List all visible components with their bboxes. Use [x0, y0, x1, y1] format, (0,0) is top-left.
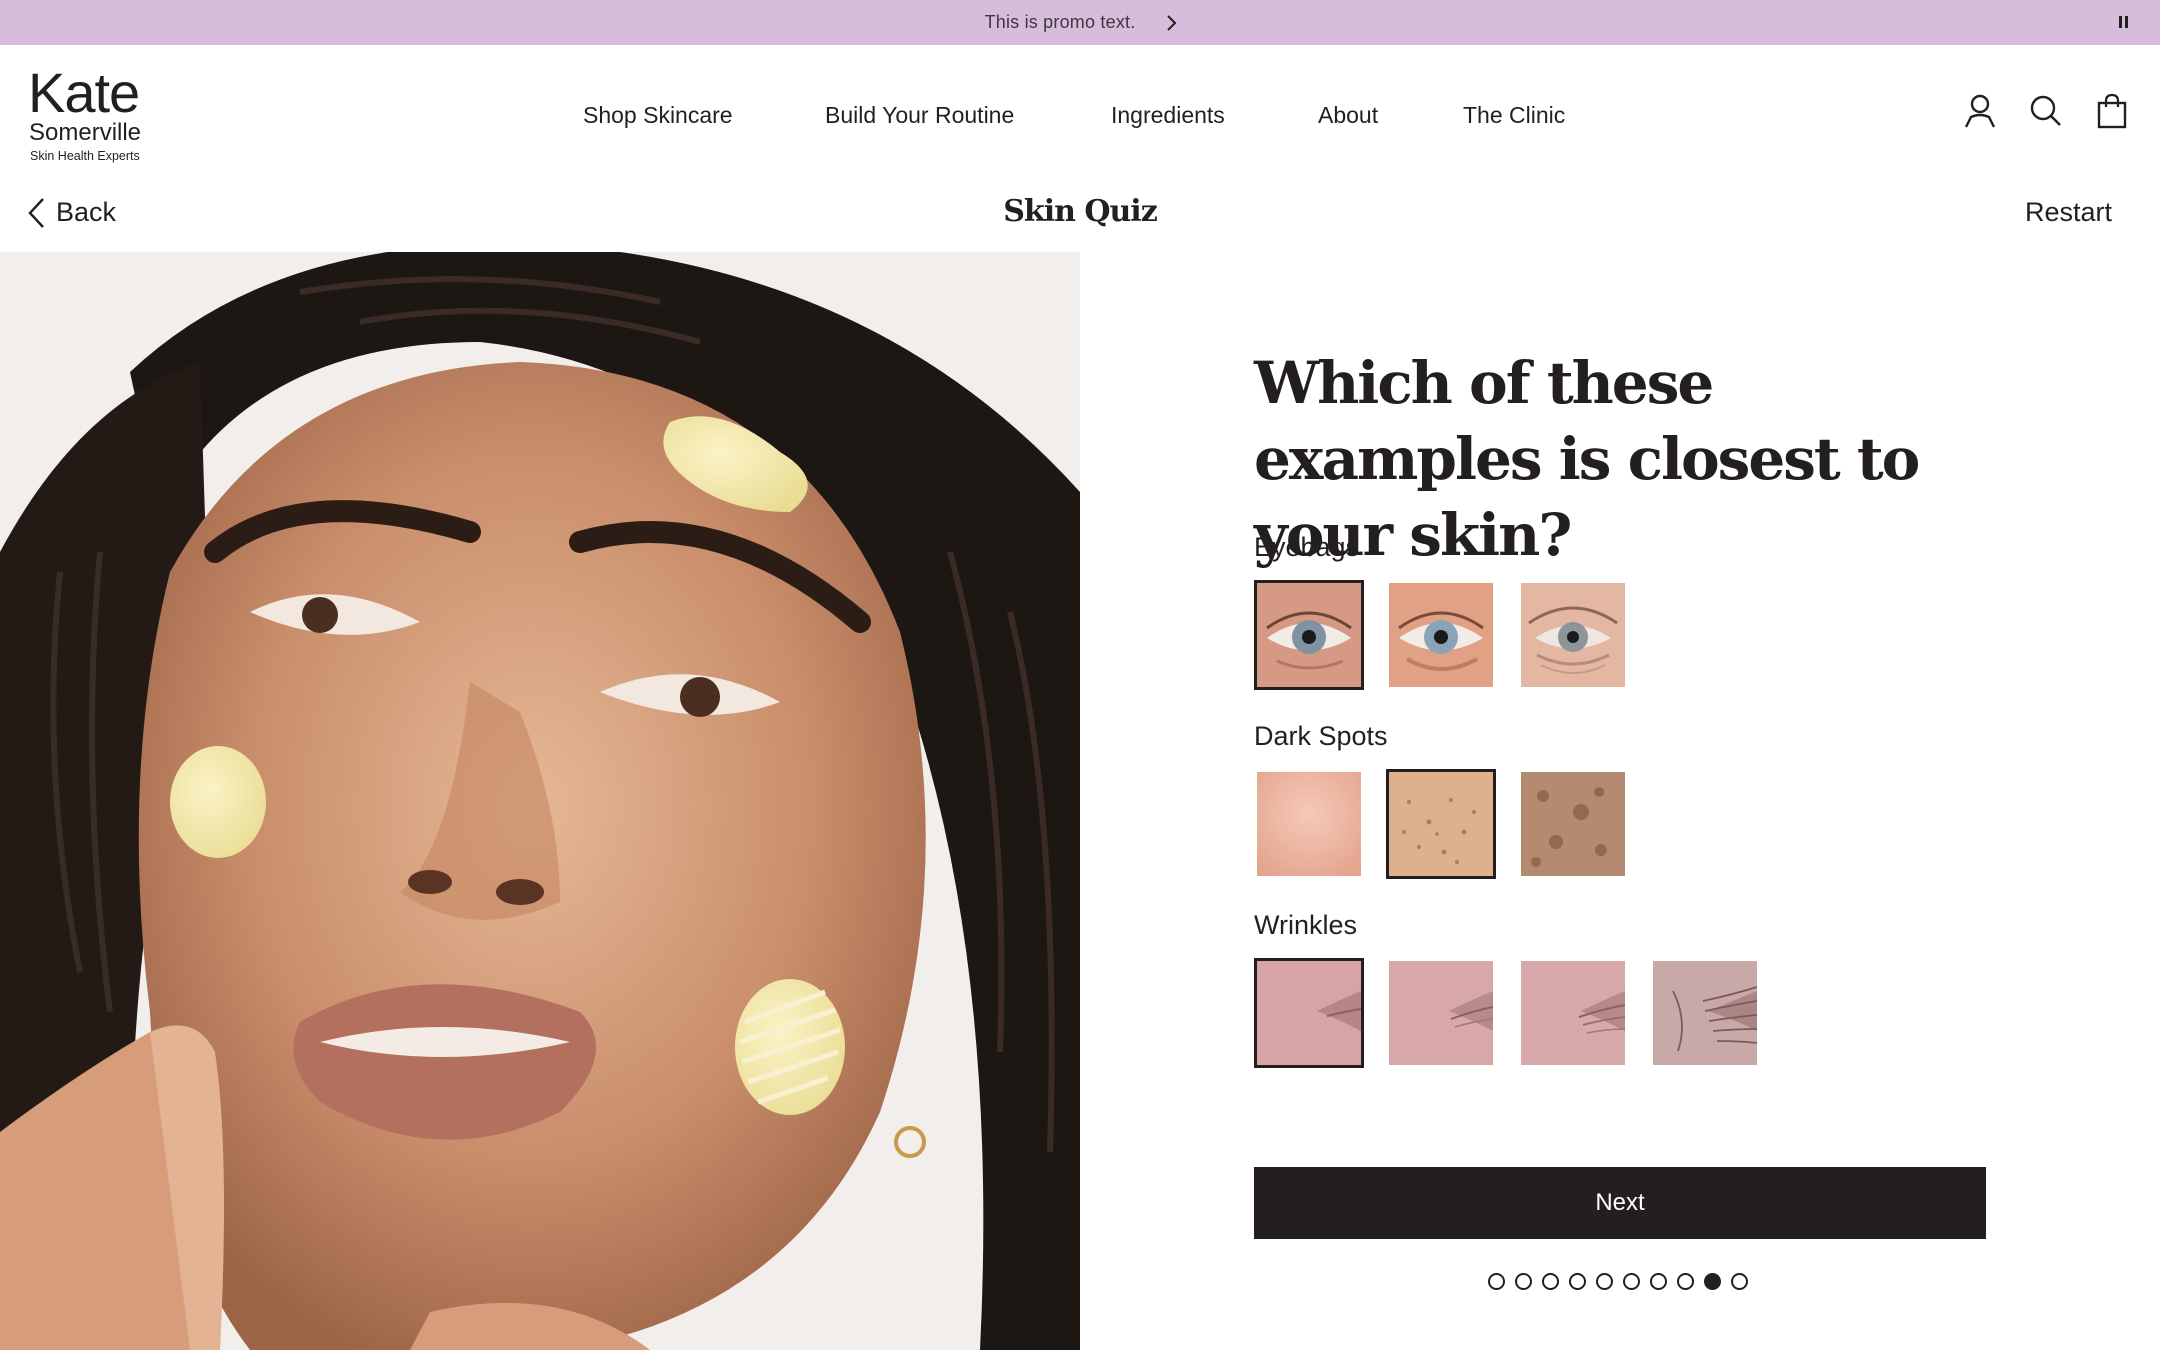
chevron-right-icon[interactable] [1163, 13, 1179, 33]
progress-dot-current[interactable] [1704, 1273, 1721, 1290]
restart-button[interactable]: Restart [2000, 194, 2112, 230]
progress-dot[interactable] [1596, 1273, 1613, 1290]
wrinkles-option-1[interactable] [1254, 958, 1364, 1068]
quiz-question: Which of these examples is closest to yo… [1254, 349, 1920, 569]
option-row-eyebags [1254, 580, 1814, 690]
dark-spots-option-2[interactable] [1386, 769, 1496, 879]
next-button[interactable]: Next [1254, 1167, 1986, 1239]
progress-dot[interactable] [1488, 1273, 1505, 1290]
category-label-eyebags: Eyebags [1254, 532, 1360, 562]
quiz-toolbar: Back Skin Quiz Restart [0, 180, 2160, 252]
wrinkles-option-2[interactable] [1386, 958, 1496, 1068]
chevron-left-icon [28, 198, 44, 228]
promo-text: This is promo text. [984, 12, 1136, 32]
main-nav: Shop Skincare Build Your Routine Ingredi… [0, 97, 2160, 133]
hero-model-photo [0, 252, 1080, 1350]
shopping-bag-icon[interactable] [2094, 93, 2130, 129]
progress-dot[interactable] [1623, 1273, 1640, 1290]
eyebags-option-2[interactable] [1386, 580, 1496, 690]
progress-dot[interactable] [1677, 1273, 1694, 1290]
progress-dot[interactable] [1650, 1273, 1667, 1290]
nav-about[interactable]: About [1318, 97, 1378, 133]
nav-the-clinic[interactable]: The Clinic [1463, 97, 1565, 133]
progress-dot[interactable] [1569, 1273, 1586, 1290]
wrinkles-option-3[interactable] [1518, 958, 1628, 1068]
progress-dot[interactable] [1542, 1273, 1559, 1290]
progress-dot[interactable] [1515, 1273, 1532, 1290]
back-button[interactable]: Back [26, 194, 136, 230]
option-row-dark-spots [1254, 769, 1814, 879]
promo-bar: This is promo text. [0, 0, 2160, 45]
search-icon[interactable] [2028, 93, 2064, 129]
site-header: Kate Somerville Skin Health Experts Shop… [0, 45, 2160, 180]
dark-spots-option-1[interactable] [1254, 769, 1364, 879]
page-title: Skin Quiz [1003, 194, 1157, 229]
quiz-progress-dots [1488, 1273, 1748, 1291]
option-row-wrinkles [1254, 958, 1814, 1068]
eyebags-option-1[interactable] [1254, 580, 1364, 690]
nav-shop-skincare[interactable]: Shop Skincare [583, 97, 733, 133]
category-label-dark-spots: Dark Spots [1254, 721, 1388, 751]
logo-tagline: Skin Health Experts [30, 149, 140, 163]
nav-ingredients[interactable]: Ingredients [1111, 97, 1225, 133]
category-label-wrinkles: Wrinkles [1254, 910, 1358, 940]
wrinkles-option-4[interactable] [1650, 958, 1760, 1068]
dark-spots-option-3[interactable] [1518, 769, 1628, 879]
pause-icon[interactable] [2116, 14, 2132, 30]
nav-build-your-routine[interactable]: Build Your Routine [825, 97, 1014, 133]
back-label: Back [56, 197, 117, 227]
account-icon[interactable] [1962, 93, 1998, 129]
eyebags-option-3[interactable] [1518, 580, 1628, 690]
progress-dot[interactable] [1731, 1273, 1748, 1290]
